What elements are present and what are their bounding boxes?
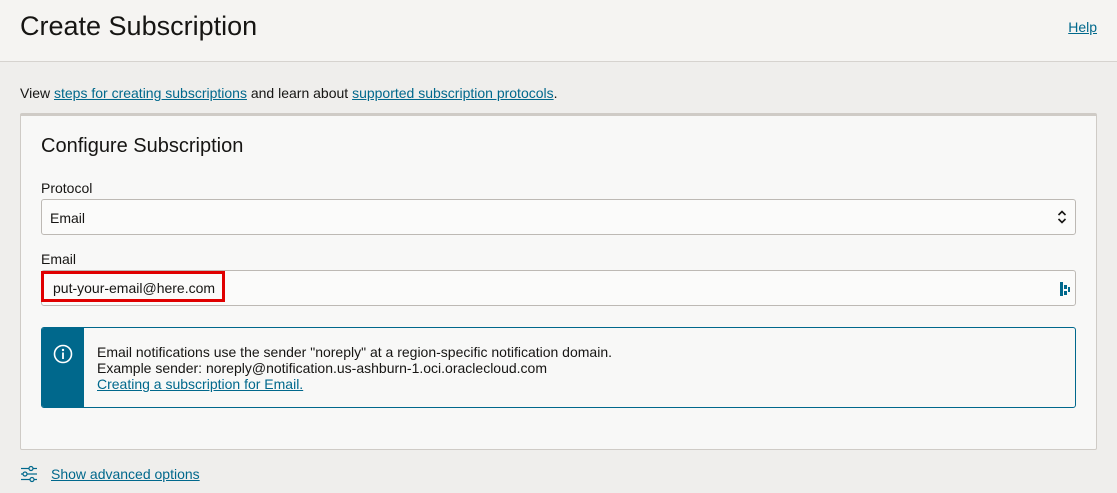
- info-message: Email notifications use the sender "nore…: [41, 327, 1076, 408]
- intro-prefix: View: [20, 85, 54, 101]
- panel-title: Configure Subscription: [41, 135, 244, 157]
- show-advanced-options-link[interactable]: Show advanced options: [51, 466, 200, 482]
- page-header: Create Subscription Help: [0, 0, 1117, 62]
- steps-link[interactable]: steps for creating subscriptions: [54, 85, 247, 101]
- configure-subscription-panel: Configure Subscription Protocol Email Em…: [20, 113, 1097, 450]
- page-title: Create Subscription: [20, 11, 258, 41]
- email-label: Email: [41, 251, 77, 267]
- protocol-select-value: Email: [50, 210, 86, 226]
- email-field[interactable]: [42, 271, 1042, 305]
- protocol-select[interactable]: Email: [41, 199, 1076, 235]
- info-line-2: Example sender: noreply@notification.us-…: [97, 360, 547, 376]
- info-line-1: Email notifications use the sender "nore…: [97, 344, 612, 360]
- info-stripe: [42, 328, 84, 407]
- intro-middle: and learn about: [246, 85, 353, 101]
- email-field-wrapper: [41, 270, 1076, 306]
- info-icon: [53, 344, 73, 364]
- info-text: Email notifications use the sender "nore…: [97, 344, 612, 392]
- sliders-icon[interactable]: [20, 465, 38, 483]
- password-manager-icon[interactable]: [1059, 281, 1071, 297]
- help-link[interactable]: Help: [1068, 19, 1097, 35]
- chevron-up-down-icon: [1057, 210, 1067, 224]
- intro-text: View steps for creating subscriptions an…: [20, 85, 558, 101]
- intro-suffix: .: [553, 85, 558, 101]
- protocols-link[interactable]: supported subscription protocols: [352, 85, 554, 101]
- email-subscription-doc-link[interactable]: Creating a subscription for Email.: [97, 376, 303, 392]
- protocol-label: Protocol: [41, 180, 93, 196]
